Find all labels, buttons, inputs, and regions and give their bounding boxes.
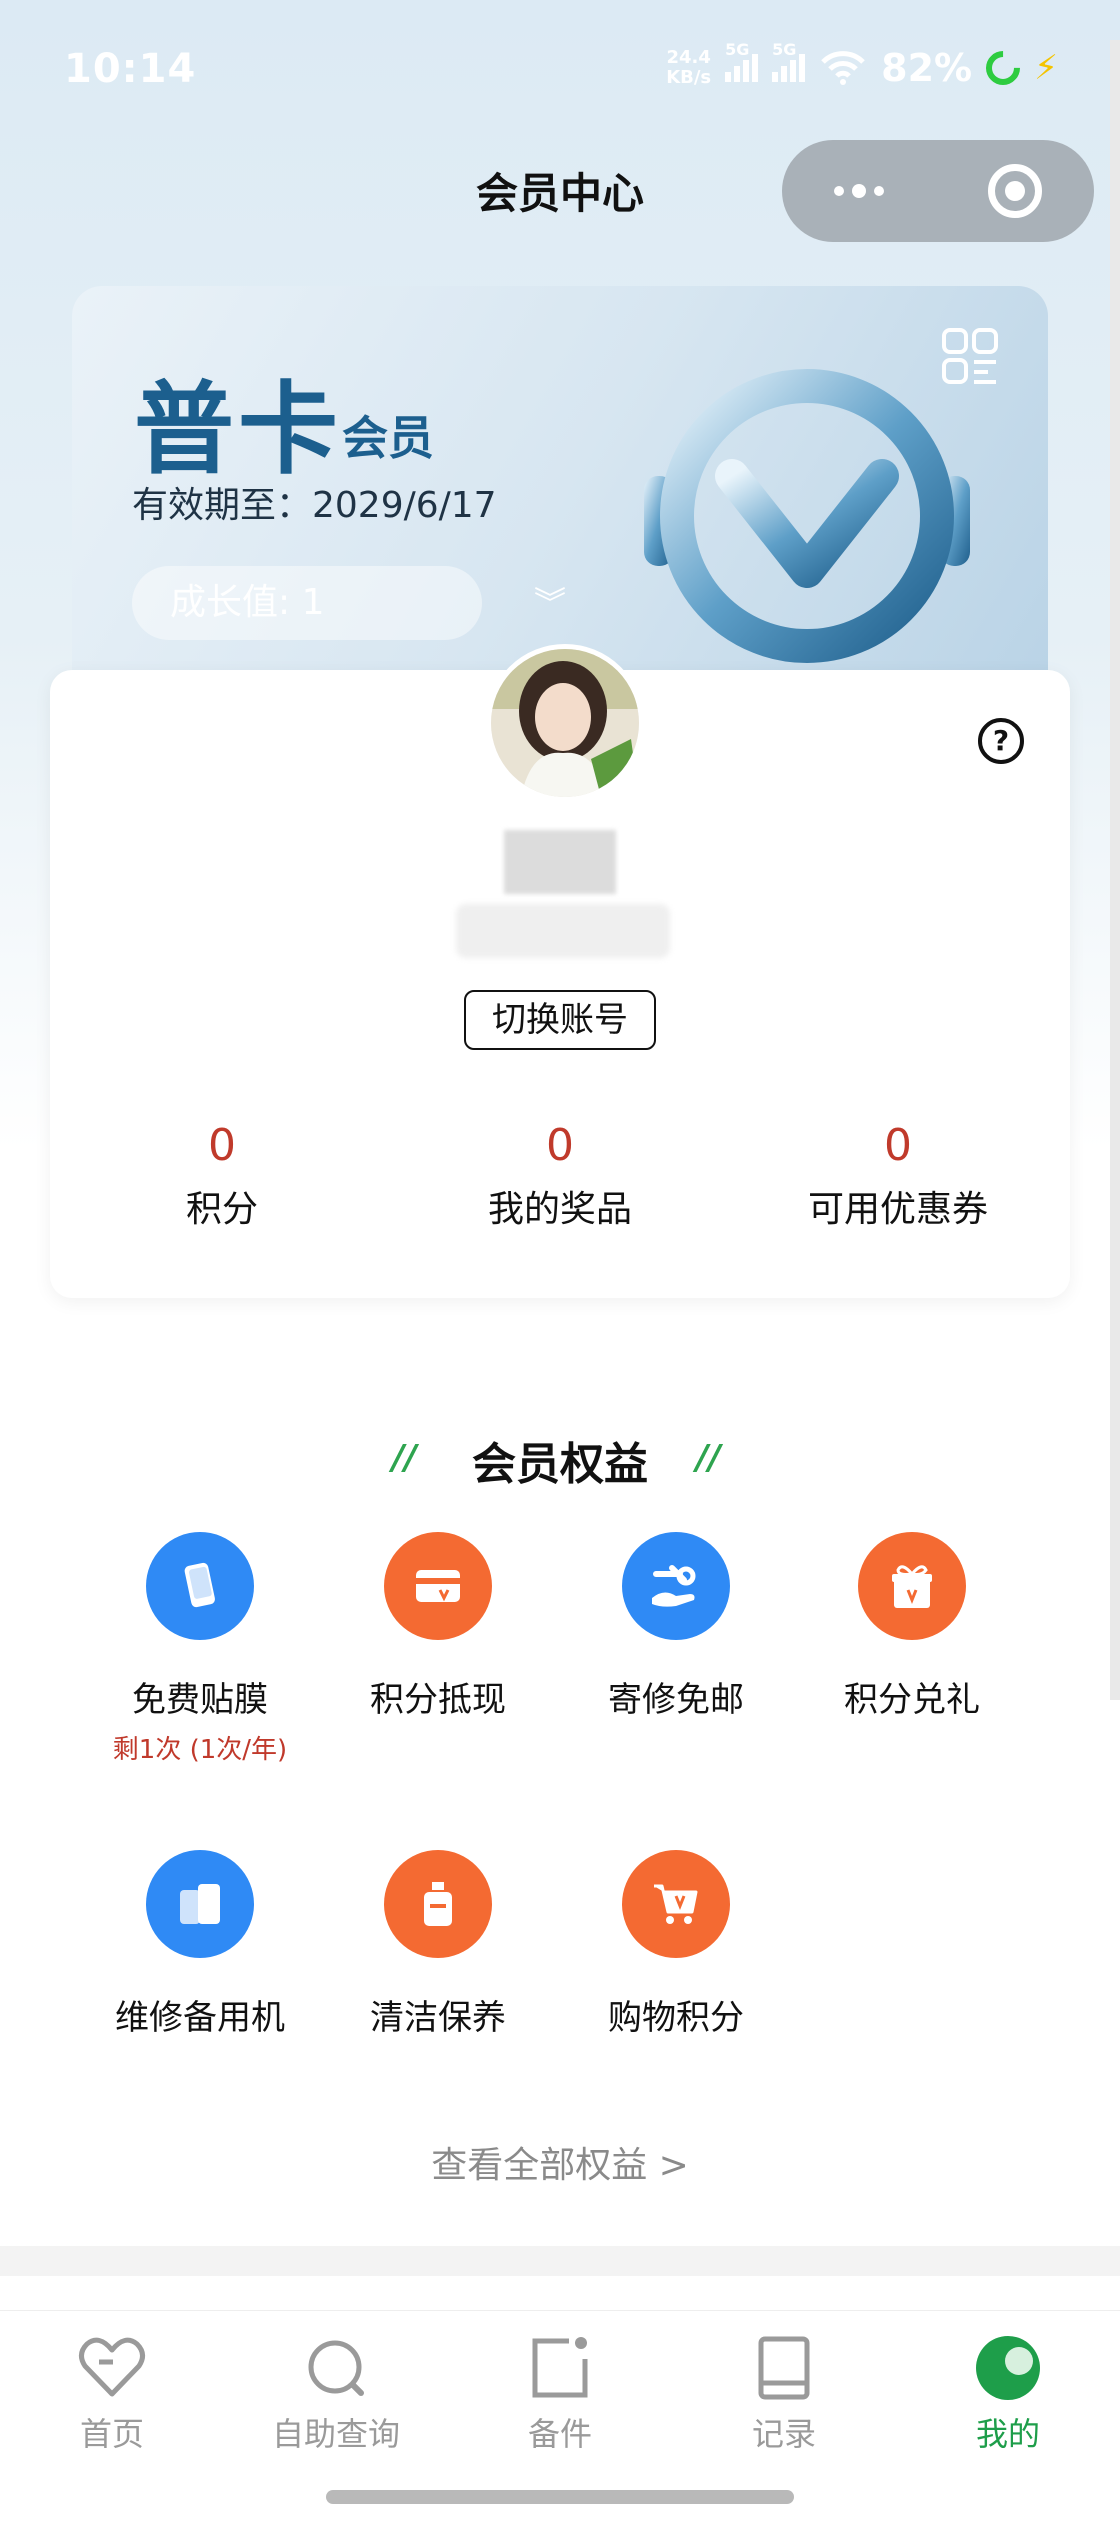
close-target-icon[interactable]: [988, 164, 1042, 218]
stat-label: 积分: [185, 1189, 258, 1230]
benefit-label: 清洁保养: [370, 1998, 506, 2038]
battery-ring-icon: [979, 43, 1028, 93]
wifi-icon: [821, 51, 865, 85]
benefit-shopping-points[interactable]: 购物积分: [556, 1850, 796, 2039]
benefit-points-gift[interactable]: 积分兑礼: [792, 1532, 1032, 1721]
more-icon[interactable]: [834, 184, 884, 198]
benefit-spare-phone[interactable]: 维修备用机: [80, 1850, 320, 2039]
vip-v-logo-icon: [644, 369, 970, 663]
avatar-image: [491, 649, 639, 797]
tab-label: 自助查询: [271, 2415, 400, 2453]
member-tier-suffix: 会员: [342, 411, 434, 465]
switch-account-button[interactable]: 切换账号: [464, 990, 656, 1050]
tab-self-query[interactable]: 自助查询: [256, 2333, 416, 2455]
stat-label: 我的奖品: [487, 1189, 632, 1230]
phone-film-icon: [146, 1532, 254, 1640]
tab-label: 首页: [79, 2415, 144, 2453]
phone-masked: [456, 904, 670, 958]
section-divider: [0, 2246, 1120, 2276]
view-all-benefits-link[interactable]: 查看全部权益 >: [0, 2136, 1120, 2188]
tab-records[interactable]: 记录: [704, 2333, 864, 2455]
search-icon: [301, 2333, 371, 2403]
tab-parts[interactable]: 备件: [480, 2333, 640, 2455]
benefit-points-cash[interactable]: 积分抵现: [318, 1532, 558, 1721]
validity-date: 有效期至：2029/6/17: [132, 485, 497, 526]
benefit-label: 积分抵现: [370, 1680, 506, 1720]
member-tier: 普卡: [134, 371, 342, 488]
record-icon: [749, 2333, 819, 2403]
benefit-label: 免费贴膜: [132, 1680, 268, 1720]
tab-label: 我的: [975, 2415, 1040, 2453]
benefit-free-shipping[interactable]: 寄修免邮: [556, 1532, 796, 1721]
card-v-icon: [384, 1532, 492, 1640]
my-icon: [973, 2333, 1043, 2403]
tab-label: 备件: [527, 2415, 592, 2453]
stat-prizes[interactable]: 0 我的奖品: [410, 1118, 710, 1232]
benefit-label: 购物积分: [608, 1998, 744, 2038]
cleaner-bottle-icon: [384, 1850, 492, 1958]
benefit-label: 维修备用机: [115, 1998, 285, 2038]
spare-phone-icon: [146, 1850, 254, 1958]
tab-my[interactable]: 我的: [928, 2333, 1088, 2455]
status-time: 10:14: [64, 46, 197, 92]
parts-icon: [525, 2333, 595, 2403]
tab-home[interactable]: 首页: [32, 2333, 192, 2455]
benefit-label: 寄修免邮: [608, 1680, 744, 1720]
username-masked: [504, 830, 616, 894]
stat-value: 0: [546, 1120, 574, 1171]
decor-slash-icon: //: [696, 1438, 721, 1478]
growth-value[interactable]: 成长值: 1: [132, 566, 482, 640]
signal-icon: 5G: [725, 40, 759, 82]
miniprogram-capsule: [782, 140, 1094, 242]
tab-label: 记录: [751, 2415, 816, 2453]
battery-percent: 82%: [881, 46, 973, 90]
chevron-down-icon[interactable]: ︾: [534, 578, 566, 624]
stat-points[interactable]: 0 积分: [72, 1118, 372, 1232]
help-icon[interactable]: ?: [978, 718, 1024, 764]
benefit-remaining: 剩1次 (1次/年): [112, 1735, 288, 1765]
wrench-hand-icon: [622, 1532, 730, 1640]
status-icons: 24.4 KB/s 5G 5G 82% ⚡: [666, 40, 1058, 93]
stat-label: 可用优惠券: [807, 1189, 988, 1230]
status-bar: 10:14 24.4 KB/s 5G 5G 82% ⚡: [0, 0, 1120, 140]
benefits-title: 会员权益: [472, 1439, 648, 1490]
heart-icon: [77, 2333, 147, 2403]
home-indicator[interactable]: [326, 2490, 794, 2504]
stat-value: 0: [884, 1120, 912, 1171]
avatar[interactable]: [486, 644, 644, 802]
charging-icon: ⚡: [1034, 48, 1058, 88]
member-card[interactable]: 普卡 会员 有效期至：2029/6/17 成长值: 1 ︾: [72, 286, 1048, 706]
cart-icon: [622, 1850, 730, 1958]
stat-value: 0: [208, 1120, 236, 1171]
network-speed: 24.4 KB/s: [666, 47, 712, 88]
benefit-label: 积分兑礼: [844, 1680, 980, 1720]
benefit-free-film[interactable]: 免费贴膜 剩1次 (1次/年): [80, 1532, 320, 1766]
signal-icon: 5G: [772, 40, 806, 82]
gift-icon: [858, 1532, 966, 1640]
stat-coupons[interactable]: 0 可用优惠券: [748, 1118, 1048, 1232]
benefit-cleaning[interactable]: 清洁保养: [318, 1850, 558, 2039]
